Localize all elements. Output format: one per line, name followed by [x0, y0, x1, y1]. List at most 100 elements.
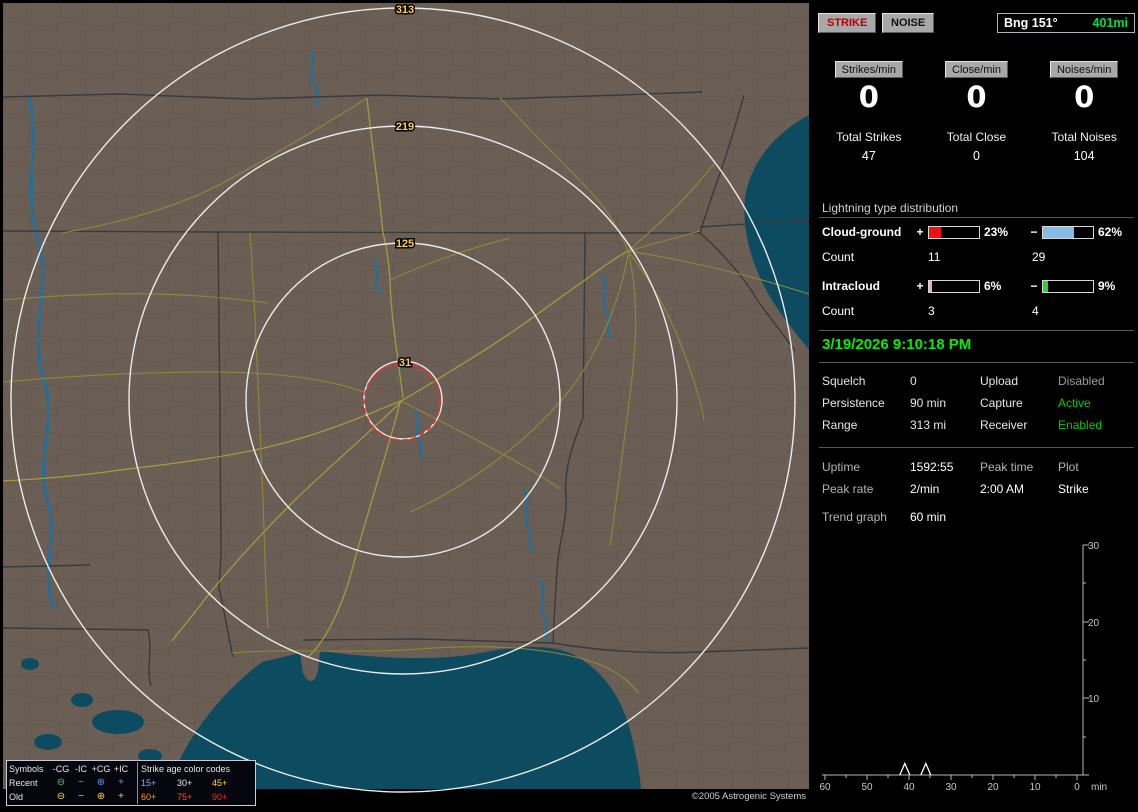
x-axis-unit: min	[1091, 782, 1107, 793]
bearing-range-display: Bng 151° 401mi	[997, 13, 1135, 33]
noises-per-min-button[interactable]: Noises/min	[1049, 61, 1119, 78]
pos-cg-symbol: ⊕	[96, 791, 106, 802]
peak-time-value: 2:00 AM	[980, 482, 1025, 496]
map-canvas[interactable]: 313 219 125 31	[0, 0, 812, 812]
legend-row-label: Recent	[9, 778, 38, 788]
y-tick-label: 30	[1088, 541, 1100, 552]
total-strikes-value: 47	[861, 149, 876, 163]
trend-window-value: 60 min	[910, 510, 947, 524]
distribution-title: Lightning type distribution	[822, 201, 959, 215]
cg-negative-pct: 62%	[1098, 225, 1123, 239]
trend-spikes	[899, 761, 932, 776]
status-panel: STRIKE NOISE Bng 151° 401mi Strikes/min …	[815, 0, 1138, 812]
bar-fill	[929, 280, 932, 292]
ic-negative-bar	[1042, 279, 1094, 293]
neg-cg-symbol: ⊖	[56, 791, 66, 802]
range-ring-label: 313	[396, 4, 414, 16]
setting-label: Upload	[980, 374, 1019, 388]
range-ring-label: 125	[396, 238, 414, 250]
plus-sign: +	[916, 279, 924, 293]
peak-rate-value: 2/min	[910, 482, 940, 496]
setting-value: 0	[910, 374, 917, 388]
intracloud-count-row: Count 3 4	[822, 304, 1039, 318]
x-tick-label: 10	[1029, 782, 1041, 793]
neg-ic-symbol: −	[78, 791, 84, 802]
total-close-value: 0	[973, 149, 980, 163]
age-code: 75+	[177, 792, 193, 802]
legend-col-header: +CG	[91, 764, 111, 774]
close-per-min-button[interactable]: Close/min	[945, 61, 1008, 78]
receiver-status: Enabled	[1058, 418, 1103, 432]
setting-label: Receiver	[980, 418, 1028, 432]
setting-value: 90 min	[910, 396, 947, 410]
plot-value: Strike	[1058, 482, 1089, 496]
bar-fill	[1043, 226, 1074, 238]
bar-fill	[929, 226, 941, 238]
cg-positive-count: 11	[928, 250, 941, 264]
cg-positive-pct: 23%	[984, 225, 1009, 239]
legend-age-title: Strike age color codes	[137, 762, 247, 776]
map[interactable]: 313 219 125 31 Symbols -CG -IC +CG +IC S…	[0, 0, 812, 812]
strikes-per-min-value: 0	[858, 80, 879, 114]
setting-label: Capture	[980, 396, 1023, 410]
map-legend: Symbols -CG -IC +CG +IC Strike age color…	[6, 760, 256, 806]
peak-time-label: Peak time	[980, 460, 1034, 474]
neg-ic-symbol: −	[78, 777, 84, 788]
setting-label: Squelch	[822, 374, 866, 388]
plus-sign: +	[916, 225, 924, 239]
copyright-text: ©2005 Astrogenic Systems	[691, 791, 806, 802]
setting-value: 313 mi	[910, 418, 947, 432]
strikes-per-min-button[interactable]: Strikes/min	[834, 61, 904, 78]
ic-positive-bar	[928, 279, 980, 293]
age-code: 60+	[137, 790, 177, 804]
cg-positive-bar	[928, 225, 980, 239]
trend-row: Trend graph 60 min	[822, 510, 1134, 524]
x-tick-label: 30	[945, 782, 957, 793]
trend-graph-label: Trend graph	[822, 510, 887, 524]
legend-col-header: +IC	[113, 764, 129, 774]
age-code: 30+	[177, 778, 193, 788]
setting-label: Range	[822, 418, 858, 432]
y-tick-label: 20	[1088, 618, 1100, 629]
intracloud-row: Intracloud + 6% − 9%	[822, 279, 1138, 293]
upload-status: Disabled	[1058, 374, 1105, 388]
nexstorm-window: 313 219 125 31 Symbols -CG -IC +CG +IC S…	[0, 0, 1138, 812]
uptime-label: Uptime	[822, 460, 861, 474]
capture-status: Active	[1058, 396, 1091, 410]
trend-graph: 30 20 10 60 50 40 30 20 10 0 min	[819, 541, 1107, 793]
x-tick-label: 60	[819, 782, 831, 793]
range-ring-label: 31	[399, 357, 411, 369]
setting-label: Persistence	[822, 396, 885, 410]
bar-fill	[1043, 280, 1048, 292]
legend-symbols-title: Symbols	[9, 764, 44, 774]
y-tick-label: 10	[1088, 694, 1100, 705]
noise-indicator-button[interactable]: NOISE	[882, 13, 935, 33]
strike-indicator-button[interactable]: STRIKE	[818, 13, 877, 33]
legend-row-label: Old	[9, 792, 24, 802]
datetime-display: 3/19/2026 9:10:18 PM	[822, 336, 972, 353]
info-grid: Uptime 1592:55 Peak time Plot Peak rate …	[822, 460, 1134, 496]
type-label: Cloud-ground	[822, 225, 902, 239]
cg-negative-count: 29	[1032, 250, 1046, 264]
cloud-ground-row: Cloud-ground + 23% − 62%	[822, 225, 1138, 239]
cg-negative-bar	[1042, 225, 1094, 239]
x-tick-label: 0	[1074, 782, 1080, 793]
ic-negative-count: 4	[1032, 304, 1039, 318]
settings-grid: Squelch 0 Upload Disabled Persistence 90…	[822, 374, 1134, 432]
age-code: 90+	[212, 792, 228, 802]
total-close-label: Total Close	[946, 130, 1007, 144]
pos-cg-symbol: ⊕	[96, 777, 106, 788]
pos-ic-symbol: +	[118, 777, 124, 788]
age-code: 15+	[137, 776, 177, 790]
minus-sign: −	[1030, 225, 1038, 239]
ic-positive-count: 3	[928, 304, 935, 318]
legend-col-header: -IC	[75, 764, 87, 774]
neg-cg-symbol: ⊖	[56, 777, 66, 788]
total-noises-label: Total Noises	[1051, 130, 1117, 144]
ic-positive-pct: 6%	[984, 279, 1002, 293]
close-per-min-value: 0	[966, 80, 987, 114]
x-tick-label: 50	[861, 782, 873, 793]
minus-sign: −	[1030, 279, 1038, 293]
range-ring-label: 219	[396, 121, 414, 133]
count-label: Count	[822, 304, 855, 318]
